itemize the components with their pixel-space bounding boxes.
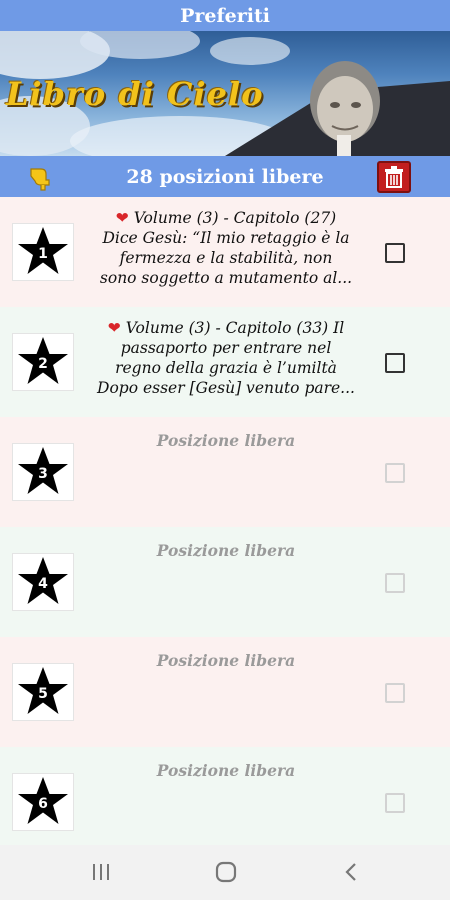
favorite-line: regno della grazia è l’umiltà [115, 359, 337, 377]
recent-apps-icon[interactable] [86, 859, 116, 885]
select-checkbox[interactable] [385, 683, 405, 703]
select-checkbox[interactable] [385, 353, 405, 373]
select-checkbox[interactable] [385, 463, 405, 483]
header-banner: Libro di Cielo [0, 31, 450, 156]
favorite-text[interactable]: ❤ Volume (3) - Capitolo (27) Dice Gesù: “… [78, 208, 374, 288]
page-title: Preferiti [180, 4, 270, 27]
free-slot-row-6[interactable]: 6 Posizione libera [0, 747, 450, 845]
favorite-line: fermezza e la stabilità, non [119, 249, 333, 267]
slot-number: 6 [38, 796, 48, 812]
slot-number: 4 [38, 576, 48, 592]
slot-star: 4 [12, 553, 74, 611]
free-slot-label: Posizione libera [156, 431, 296, 450]
slot-number: 3 [38, 466, 48, 482]
favorite-text[interactable]: ❤ Volume (3) - Capitolo (33) Il passaport… [78, 318, 374, 398]
trash-icon [385, 166, 403, 188]
system-nav-bar [0, 845, 450, 900]
favorite-line: Dopo esser [Gesù] venuto pare... [97, 379, 355, 397]
favorite-line: Dice Gesù: “Il mio retaggio è la [102, 229, 350, 247]
slot-star: 2 [12, 333, 74, 391]
slot-number: 2 [38, 356, 48, 372]
free-slot-row-5[interactable]: 5 Posizione libera [0, 637, 450, 747]
favorite-line: passaporto per entrare nel [120, 339, 332, 357]
slot-star: 5 [12, 663, 74, 721]
free-slot-label: Posizione libera [156, 541, 296, 560]
favorites-list: 1 ❤ Volume (3) - Capitolo (27) Dice Gesù:… [0, 197, 450, 845]
select-checkbox[interactable] [385, 793, 405, 813]
favorite-title: Volume (3) - Capitolo (27) [133, 209, 337, 227]
slot-number: 5 [38, 686, 48, 702]
banner-title: Libro di Cielo [6, 75, 264, 113]
home-icon[interactable] [211, 859, 241, 885]
back-icon[interactable] [337, 859, 367, 885]
favorite-row-1[interactable]: 1 ❤ Volume (3) - Capitolo (27) Dice Gesù:… [0, 197, 450, 307]
favorite-row-2[interactable]: 2 ❤ Volume (3) - Capitolo (33) Il passapo… [0, 307, 450, 417]
delete-button[interactable] [377, 161, 411, 193]
free-slot-row-4[interactable]: 4 Posizione libera [0, 527, 450, 637]
slot-star: 6 [12, 773, 74, 831]
free-slot-label: Posizione libera [156, 651, 296, 670]
free-slot-label: Posizione libera [156, 761, 296, 780]
heart-icon: ❤ [107, 319, 121, 337]
slot-number: 1 [38, 246, 48, 262]
slot-star: 3 [12, 443, 74, 501]
free-slot-row-3[interactable]: 3 Posizione libera [0, 417, 450, 527]
favorite-title: Volume (3) - Capitolo (33) Il [125, 319, 345, 337]
heart-icon: ❤ [115, 209, 129, 227]
pointing-hand-icon[interactable] [27, 165, 53, 191]
slot-star: 1 [12, 223, 74, 281]
select-checkbox[interactable] [385, 573, 405, 593]
app-title-bar: Preferiti [0, 0, 450, 31]
favorite-line: sono soggetto a mutamento al... [99, 269, 353, 287]
select-checkbox[interactable] [385, 243, 405, 263]
